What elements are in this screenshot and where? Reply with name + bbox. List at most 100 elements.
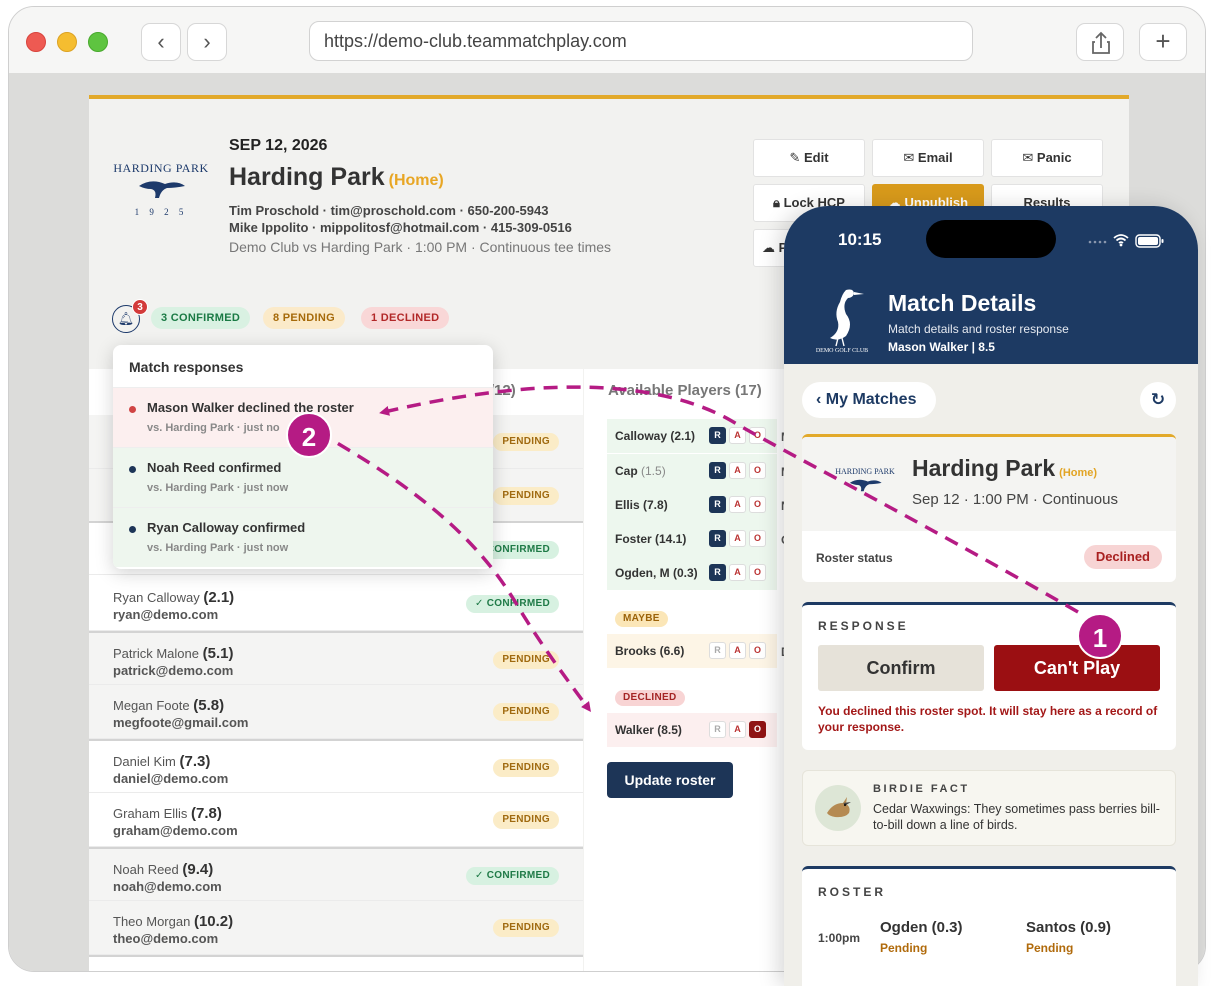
roster-toggle[interactable]: R [709, 721, 726, 738]
roster-toggle[interactable]: R [709, 462, 726, 479]
player-name: Patrick Malone (5.1) [113, 645, 233, 662]
share-button[interactable] [1076, 23, 1124, 61]
hcp-text: (10.2) [193, 913, 234, 930]
chevron-left-icon: ‹ [816, 391, 826, 408]
out-toggle[interactable]: O [749, 427, 766, 444]
available-player-row[interactable]: Walker (8.5) R A O [607, 713, 777, 747]
pending-count-chip[interactable]: 8 PENDING [263, 307, 345, 329]
notification-count-badge: 3 [132, 299, 148, 315]
panic-button[interactable]: ✉ Panic [991, 139, 1103, 177]
available-player-row[interactable]: Ogden, M (0.3) R A O [607, 556, 777, 590]
alternate-toggle[interactable]: A [729, 530, 746, 547]
chevron-left-icon: ‹ [157, 29, 165, 54]
confirm-button[interactable]: Confirm [818, 645, 984, 691]
roster-toggle[interactable]: R [709, 496, 726, 513]
table-row[interactable] [89, 955, 583, 971]
waxwing-icon [827, 797, 851, 818]
refresh-button[interactable]: ↻ [1140, 382, 1176, 418]
name-text: Graham Ellis [113, 806, 188, 821]
status-badge: PENDING [493, 703, 559, 721]
roster-toggle[interactable]: R [709, 642, 726, 659]
table-row[interactable]: Megan Foote (5.8) megfoote@gmail.com PEN… [89, 685, 583, 739]
cypress-tree-icon [139, 181, 185, 198]
alternate-toggle[interactable]: A [729, 642, 746, 659]
confirmed-count-chip[interactable]: 3 CONFIRMED [151, 307, 251, 329]
player-name: Ellis (7.8) [615, 498, 668, 512]
table-row[interactable]: Theo Morgan (10.2) theo@demo.com PENDING [89, 901, 583, 955]
hcp-text: (7.3) [179, 753, 211, 770]
home-tag: (Home) [388, 172, 444, 189]
url-bar[interactable]: https://demo-club.teammatchplay.com [309, 21, 973, 61]
status-icons [1088, 234, 1164, 248]
player-email: patrick@demo.com [113, 663, 234, 678]
edit-button[interactable]: ✎ Edit [753, 139, 865, 177]
status-badge: ✓ CONFIRMED [465, 867, 559, 885]
out-toggle[interactable]: O [749, 530, 766, 547]
phone-match-title: Harding Park (Home) [912, 455, 1097, 482]
out-toggle[interactable]: O [749, 642, 766, 659]
maybe-section-tag: MAYBE [615, 611, 668, 627]
venue-name: Harding Park [229, 163, 385, 191]
match-title: Harding Park (Home) [229, 163, 444, 192]
out-toggle[interactable]: O [749, 462, 766, 479]
hcp-text: (9.4) [182, 861, 214, 878]
hcp-text: (7.8) [191, 805, 222, 822]
email-button[interactable]: ✉ Email [872, 139, 984, 177]
cant-play-button[interactable]: Can't Play [994, 645, 1160, 691]
player-name: Megan Foote (5.8) [113, 697, 224, 714]
declined-count-chip[interactable]: 1 DECLINED [361, 307, 450, 329]
phone-subtitle: Match details and roster response [888, 322, 1069, 336]
status-badge: Declined [1083, 545, 1162, 569]
table-row[interactable]: Noah Reed (9.4) noah@demo.com ✓ CONFIRME… [89, 847, 583, 901]
table-row[interactable]: Patrick Malone (5.1) patrick@demo.com PE… [89, 631, 583, 685]
player-name: Theo Morgan (10.2) [113, 913, 233, 930]
table-row[interactable]: Graham Ellis (7.8) graham@demo.com PENDI… [89, 793, 583, 847]
player-email: theo@demo.com [113, 931, 219, 946]
hcp-text: (1.5) [641, 464, 666, 478]
available-player-row[interactable]: Ellis (7.8) R A O [607, 488, 777, 522]
logo-text: HARDING PARK [113, 161, 209, 175]
heron-logo-icon: DEMO GOLF CLUB [816, 289, 868, 354]
alternate-toggle[interactable]: A [729, 721, 746, 738]
my-matches-back-button[interactable]: ‹ My Matches [802, 382, 936, 418]
status-badge: PENDING [493, 651, 559, 669]
notification-item[interactable]: Ryan Calloway confirmed vs. Harding Park… [113, 507, 493, 567]
alternate-toggle[interactable]: A [729, 462, 746, 479]
table-row[interactable]: Daniel Kim (7.3) daniel@demo.com PENDING [89, 739, 583, 793]
alternate-toggle[interactable]: A [729, 564, 746, 581]
roster-status-label: Roster status [816, 551, 893, 565]
unread-dot-icon [129, 466, 136, 473]
harding-park-logo: HARDING PARK [830, 467, 900, 507]
roster-toggle[interactable]: R [709, 564, 726, 581]
available-player-row[interactable]: Calloway (2.1) R A O [607, 419, 777, 453]
available-player-row[interactable]: Cap (1.5) R A O [607, 454, 777, 488]
out-toggle[interactable]: O [749, 721, 766, 738]
roster-player-status: Pending [1026, 941, 1074, 955]
player-name: Cap (1.5) [615, 464, 666, 478]
zoom-window-button[interactable] [88, 32, 108, 52]
chevron-right-icon: › [203, 29, 211, 54]
table-row[interactable]: Ryan Calloway (2.1) ryan@demo.com ✓ CONF… [89, 577, 583, 631]
minimize-window-button[interactable] [57, 32, 77, 52]
envelope-icon: ✉ [903, 150, 918, 165]
alternate-toggle[interactable]: A [729, 496, 746, 513]
out-toggle[interactable]: O [749, 496, 766, 513]
back-button[interactable]: ‹ [141, 23, 181, 61]
out-toggle[interactable]: O [749, 564, 766, 581]
player-name: Brooks (6.6) [615, 644, 685, 658]
forward-button[interactable]: › [187, 23, 227, 61]
email-label: Email [917, 150, 953, 165]
roster-heading: ROSTER [818, 885, 887, 899]
lock-icon: 🔒︎ [773, 195, 784, 210]
roster-toggle[interactable]: R [709, 427, 726, 444]
close-window-button[interactable] [26, 32, 46, 52]
roster-toggle[interactable]: R [709, 530, 726, 547]
alternate-toggle[interactable]: A [729, 427, 746, 444]
edit-label: Edit [803, 150, 829, 165]
new-tab-button[interactable]: + [1139, 23, 1187, 61]
status-badge: ✓ CONFIRMED [465, 595, 559, 613]
available-player-row[interactable]: Foster (14.1) R A O [607, 522, 777, 556]
available-player-row[interactable]: Brooks (6.6) R A O [607, 634, 777, 668]
home-tag: (Home) [1059, 467, 1098, 479]
update-roster-button[interactable]: Update roster [607, 762, 733, 798]
